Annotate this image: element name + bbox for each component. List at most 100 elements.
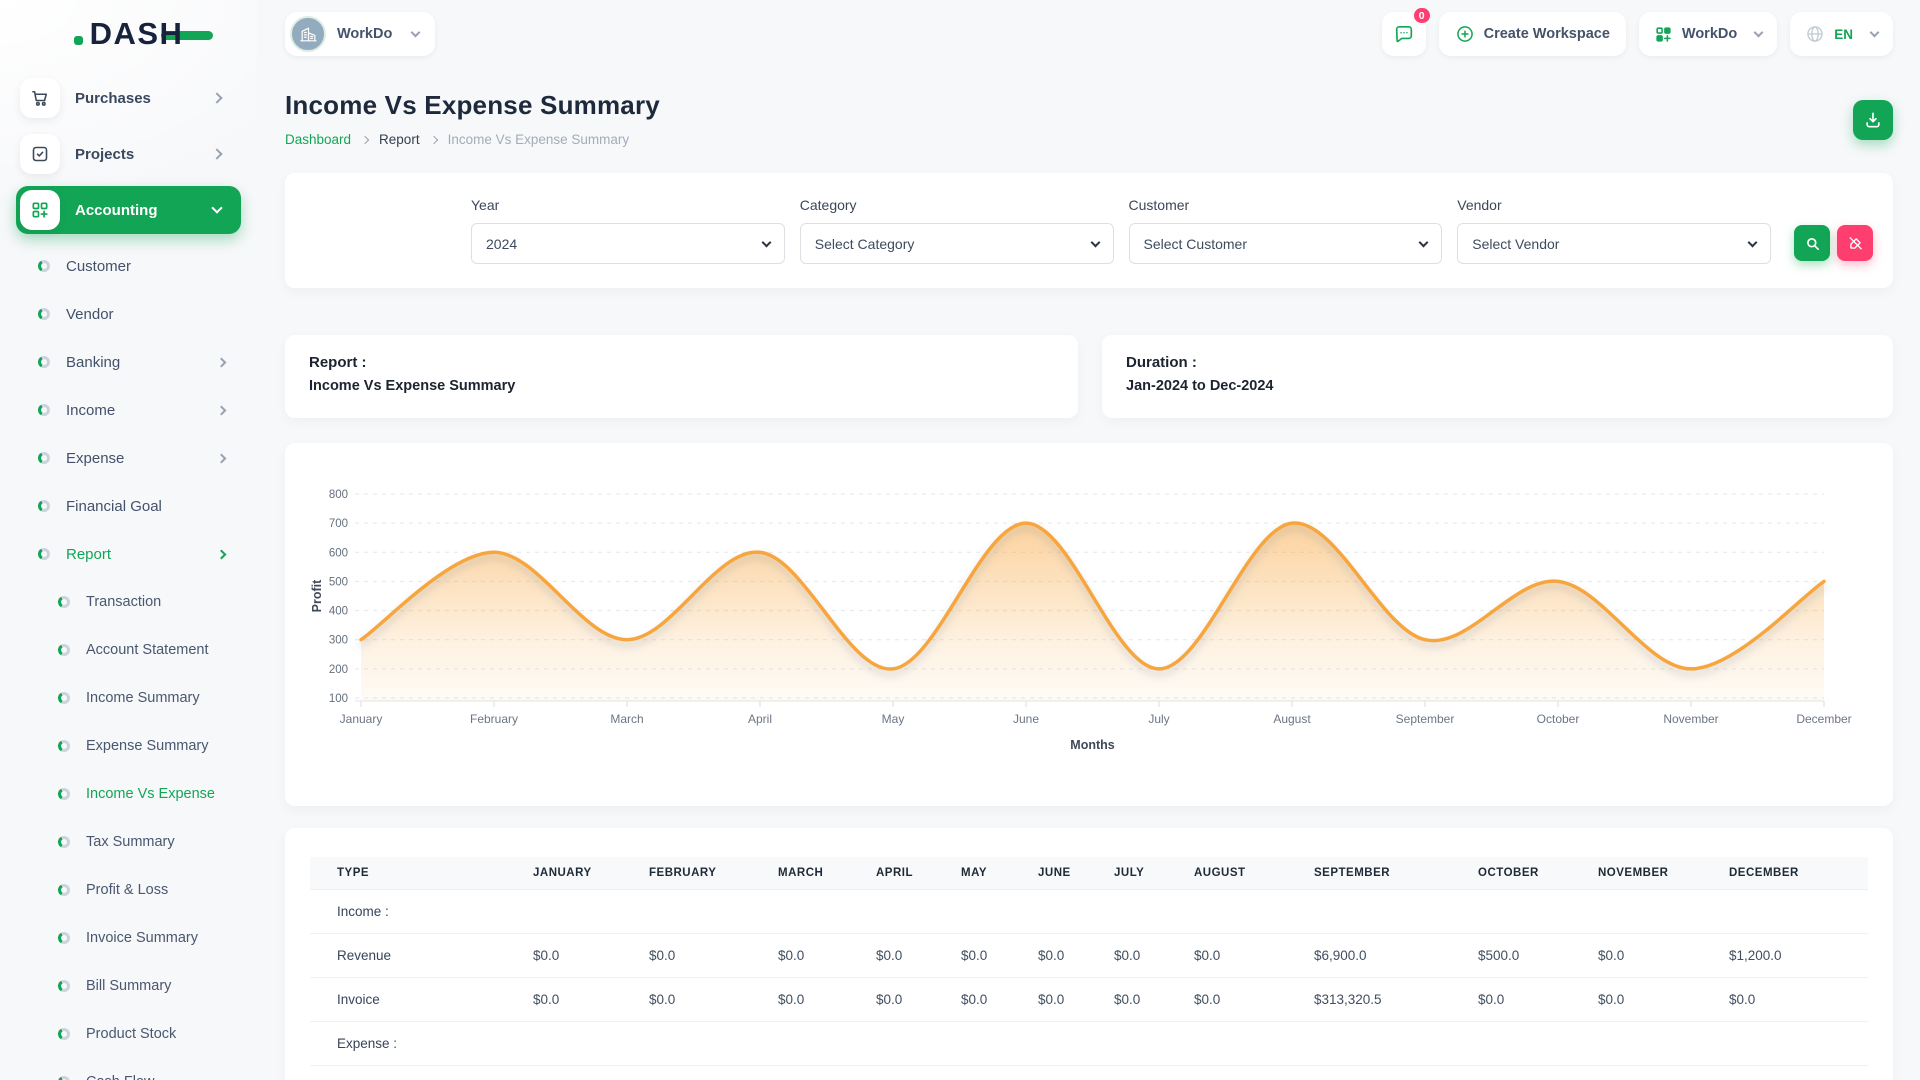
sidebar-item-transaction[interactable]: Transaction [0,578,257,626]
cell-value [1114,890,1194,934]
sidebar-item-product-stock[interactable]: Product Stock [0,1010,257,1058]
duration-label: Duration : [1126,354,1869,371]
sidebar-item-label: Vendor [66,306,114,323]
bullet-icon [58,692,70,704]
cell-value [1038,890,1114,934]
column-header-march: MARCH [778,857,876,890]
sidebar-item-purchases[interactable]: Purchases [16,74,241,122]
sidebar-item-label: Cash Flow [86,1074,155,1080]
sidebar-item-customer[interactable]: Customer [0,242,257,290]
sidebar-item-income-summary[interactable]: Income Summary [0,674,257,722]
apply-filter-button[interactable] [1794,225,1830,261]
bullet-icon [38,404,50,416]
svg-text:Months: Months [1070,738,1114,752]
sidebar-item-label: Tax Summary [86,834,175,850]
income-vs-expense-table: TYPEJANUARYFEBRUARYMARCHAPRILMAYJUNEJULY… [310,857,1868,1066]
column-header-august: AUGUST [1194,857,1314,890]
topbar-right: 0 Create Workspace WorkDo [1382,12,1893,56]
sidebar-item-cash-flow[interactable]: Cash Flow [0,1058,257,1080]
table-header: TYPEJANUARYFEBRUARYMARCHAPRILMAYJUNEJULY… [310,857,1868,890]
building-icon [299,25,318,44]
chevron-down-icon [411,27,421,37]
cell-value: $0.0 [1194,978,1314,1022]
sidebar-item-expense[interactable]: Expense [0,434,257,482]
report-summary-card: Report : Income Vs Expense Summary [285,335,1078,418]
create-workspace-button[interactable]: Create Workspace [1439,12,1626,56]
sidebar-item-label: Report [66,546,111,563]
sidebar-item-profit-loss[interactable]: Profit & Loss [0,866,257,914]
sidebar-item-banking[interactable]: Banking [0,338,257,386]
report-table-card: TYPEJANUARYFEBRUARYMARCHAPRILMAYJUNEJULY… [285,828,1893,1080]
sidebar-item-income[interactable]: Income [0,386,257,434]
category-field: Category Select Category [800,197,1114,264]
cell-value: $0.0 [649,934,778,978]
sidebar-item-financial-goal[interactable]: Financial Goal [0,482,257,530]
sidebar-item-label: Transaction [86,594,161,610]
sidebar: DASH Purchases Projects Accounting Customer… [0,0,257,1080]
sidebar-item-tax-summary[interactable]: Tax Summary [0,818,257,866]
sidebar-item-invoice-summary[interactable]: Invoice Summary [0,914,257,962]
sidebar-item-income-vs-expense[interactable]: Income Vs Expense [0,770,257,818]
customer-field: Customer Select Customer [1129,197,1443,264]
profit-chart-card: 100200300400500600700800 JanuaryFebruary… [285,443,1893,806]
cell-value [1729,890,1868,934]
sidebar-item-vendor[interactable]: Vendor [0,290,257,338]
vendor-select[interactable]: Select Vendor [1457,223,1771,264]
workdo-menu-button[interactable]: WorkDo [1639,12,1777,56]
create-workspace-label: Create Workspace [1484,26,1610,42]
sidebar-item-label: Account Statement [86,642,209,658]
bullet-icon [58,836,70,848]
sidebar-item-report[interactable]: Report [0,530,257,578]
cell-value [876,1022,961,1066]
search-icon [1804,235,1821,252]
sidebar-item-account-statement[interactable]: Account Statement [0,626,257,674]
sidebar-item-bill-summary[interactable]: Bill Summary [0,962,257,1010]
category-select-value: Select Category [815,236,915,252]
chevron-down-icon [1870,27,1880,37]
year-select[interactable]: 2024 [471,223,785,264]
svg-text:November: November [1663,712,1718,726]
cell-value [876,890,961,934]
language-selector[interactable]: EN [1790,12,1893,56]
bullet-icon [38,500,50,512]
svg-text:200: 200 [329,664,348,676]
reset-filter-button[interactable] [1837,225,1873,261]
sidebar-item-accounting[interactable]: Accounting [16,186,241,234]
page-title: Income Vs Expense Summary [285,90,660,121]
app-logo[interactable]: DASH [0,0,257,68]
messages-count-badge: 0 [1412,6,1432,25]
workspace-switcher[interactable]: WorkDo [285,12,435,56]
cell-value: $313,320.5 [1314,978,1478,1022]
sidebar-item-label: Invoice Summary [86,930,198,946]
category-select[interactable]: Select Category [800,223,1114,264]
plus-circle-icon [1455,24,1475,44]
cell-value [778,1022,876,1066]
customer-select[interactable]: Select Customer [1129,223,1443,264]
chevron-right-icon [211,148,222,159]
cell-value [1314,890,1478,934]
sidebar-item-label: Expense [66,450,124,467]
chevron-right-icon [361,136,369,144]
cell-value: $0.0 [778,934,876,978]
cell-value: $0.0 [1478,978,1598,1022]
download-button[interactable] [1853,100,1893,140]
bullet-icon [38,452,50,464]
svg-text:September: September [1396,712,1455,726]
cell-value [1114,1022,1194,1066]
sidebar-item-projects[interactable]: Projects [16,130,241,178]
category-label: Category [800,197,1114,213]
cell-value: $0.0 [533,978,649,1022]
svg-text:Profit: Profit [310,579,324,612]
cell-value: $0.0 [961,934,1038,978]
bullet-icon [58,1028,70,1040]
messages-button[interactable]: 0 [1382,12,1426,56]
cell-value: $0.0 [1114,978,1194,1022]
svg-text:October: October [1537,712,1580,726]
customer-label: Customer [1129,197,1443,213]
clear-filter-icon [1847,235,1864,252]
breadcrumb-report[interactable]: Report [379,132,420,147]
cell-value [1478,890,1598,934]
bullet-icon [58,644,70,656]
breadcrumb-dashboard[interactable]: Dashboard [285,132,351,147]
sidebar-item-expense-summary[interactable]: Expense Summary [0,722,257,770]
